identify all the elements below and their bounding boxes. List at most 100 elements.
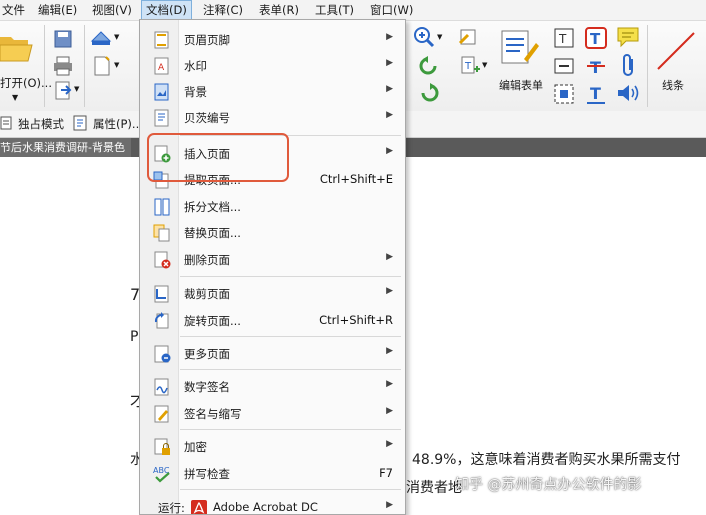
chevron-right-icon: ▶	[386, 439, 393, 449]
menu-item-watermark[interactable]: A 水印 ▶	[140, 53, 405, 79]
menu-item-rotate-page[interactable]: 旋转页面... Ctrl+Shift+R	[140, 308, 405, 334]
chevron-right-icon: ▶	[386, 252, 393, 262]
menu-view[interactable]: 视图(V)	[92, 0, 132, 20]
menu-file[interactable]: 文件	[2, 0, 25, 20]
doc-text-fragment: 消费者地	[406, 480, 462, 496]
crop-icon[interactable]	[458, 27, 480, 49]
acrobat-icon	[190, 499, 208, 514]
chevron-down-icon[interactable]: ▼	[437, 33, 442, 41]
properties-icon[interactable]	[72, 114, 90, 132]
chevron-right-icon: ▶	[386, 286, 393, 296]
chevron-down-icon[interactable]: ▼	[114, 61, 119, 69]
svg-text:T: T	[590, 30, 601, 48]
save-icon[interactable]	[53, 29, 73, 49]
text-field-icon[interactable]: T	[553, 27, 575, 49]
document-tab-title[interactable]: 节后水果消费调研-背景色	[0, 138, 131, 157]
shortcut-label: Ctrl+Shift+E	[319, 172, 393, 186]
menu-document[interactable]: 文档(D)	[141, 0, 192, 20]
split-document-icon	[153, 198, 171, 216]
sound-icon[interactable]	[616, 83, 640, 103]
doc-text-fragment: 48.9%，这意味着消费者购买水果所需支付	[412, 452, 681, 468]
print-icon[interactable]	[53, 56, 73, 76]
menu-item-spell-check[interactable]: ABC 拼写检查 F7	[140, 461, 405, 487]
scan-icon[interactable]	[90, 29, 112, 49]
underline-icon[interactable]: T	[584, 82, 608, 106]
new-document-icon[interactable]	[92, 56, 112, 76]
background-icon	[153, 83, 171, 101]
spell-check-icon: ABC	[153, 465, 171, 483]
svg-text:A: A	[158, 63, 165, 73]
typewriter-icon[interactable]: T	[584, 26, 608, 50]
sign-initials-icon	[153, 405, 171, 423]
svg-text:T: T	[464, 61, 472, 72]
rotate-left-icon[interactable]	[418, 56, 440, 76]
watermark-icon: A	[153, 57, 171, 75]
strikethrough-icon[interactable]: T	[584, 54, 608, 78]
menu-item-bates-numbering[interactable]: 贝茨编号 ▶	[140, 105, 405, 131]
menu-item-split-document[interactable]: 拆分文档...	[140, 194, 405, 220]
chevron-right-icon: ▶	[386, 346, 393, 356]
menu-item-background[interactable]: 背景 ▶	[140, 79, 405, 105]
menu-item-encrypt[interactable]: 加密 ▶	[140, 434, 405, 460]
lines-label[interactable]: 线条	[662, 77, 684, 93]
svg-text:T: T	[590, 84, 601, 103]
menu-edit[interactable]: 编辑(E)	[38, 0, 77, 20]
shortcut-label: Ctrl+Shift+R	[319, 313, 393, 327]
chevron-right-icon: ▶	[386, 146, 393, 156]
zoom-in-icon[interactable]	[413, 26, 435, 48]
properties-label[interactable]: 属性(P)...	[93, 116, 143, 132]
chevron-right-icon: ▶	[386, 406, 393, 416]
digital-signature-icon	[153, 378, 171, 396]
menu-item-delete-page[interactable]: 删除页面 ▶	[140, 247, 405, 273]
document-menu-dropdown: 页眉页脚 ▶ A 水印 ▶ 背景 ▶ 贝茨编号 ▶ 插入页面 ▶ 提取页面...…	[139, 19, 406, 515]
more-pages-icon	[153, 345, 171, 363]
chevron-right-icon: ▶	[386, 379, 393, 389]
menu-item-crop-page[interactable]: 裁剪页面 ▶	[140, 281, 405, 307]
chevron-right-icon: ▶	[386, 32, 393, 42]
note-icon[interactable]	[616, 26, 640, 48]
chevron-down-icon[interactable]: ▼	[12, 93, 18, 102]
replace-page-icon	[153, 224, 171, 242]
menu-item-sign-initials[interactable]: 签名与缩写 ▶	[140, 401, 405, 427]
form-grid-icon[interactable]	[553, 83, 575, 105]
doc-text-fragment: P	[130, 329, 139, 345]
crop-page-icon	[153, 285, 171, 303]
menu-item-run-acrobat[interactable]: 运行: Adobe Acrobat DC ▶	[140, 495, 405, 514]
menu-comment[interactable]: 注释(C)	[203, 0, 243, 20]
rotate-page-icon	[153, 312, 171, 330]
add-text-icon[interactable]: T	[460, 55, 482, 77]
chevron-right-icon: ▶	[386, 110, 393, 120]
insert-page-highlight-box	[147, 133, 289, 182]
chevron-down-icon[interactable]: ▼	[114, 33, 119, 41]
shortcut-label: F7	[379, 466, 393, 480]
delete-page-icon	[153, 251, 171, 269]
menu-item-digital-signature[interactable]: 数字签名 ▶	[140, 374, 405, 400]
edit-form-icon[interactable]	[500, 29, 540, 65]
line-tool-icon[interactable]	[654, 29, 698, 73]
menu-item-header-footer[interactable]: 页眉页脚 ▶	[140, 27, 405, 53]
menu-form[interactable]: 表单(R)	[259, 0, 299, 20]
watermark-text: 知乎 @苏州奇点办公软件的影	[455, 477, 642, 493]
open-folder-icon[interactable]	[0, 31, 34, 63]
edit-form-label[interactable]: 编辑表单	[499, 77, 543, 93]
chevron-right-icon: ▶	[386, 58, 393, 68]
chevron-down-icon[interactable]: ▼	[482, 61, 487, 69]
menu-bar: 文件 编辑(E) 视图(V) 文档(D) 注释(C) 表单(R) 工具(T) 窗…	[0, 0, 706, 21]
encrypt-icon	[153, 438, 171, 456]
bates-numbering-icon	[153, 109, 171, 127]
exclusive-mode-icon[interactable]	[0, 115, 14, 131]
acrobat-label: Adobe Acrobat DC	[213, 500, 318, 514]
svg-text:T: T	[590, 58, 601, 77]
export-icon[interactable]	[53, 81, 73, 101]
exclusive-mode-label[interactable]: 独占模式	[18, 116, 64, 132]
menu-item-more-pages[interactable]: 更多页面 ▶	[140, 341, 405, 367]
menu-item-replace-page[interactable]: 替换页面...	[140, 220, 405, 246]
text-box-icon[interactable]	[553, 55, 575, 77]
rotate-right-icon[interactable]	[418, 83, 440, 103]
menu-window[interactable]: 窗口(W)	[370, 0, 413, 20]
menu-tools[interactable]: 工具(T)	[315, 0, 354, 20]
chevron-down-icon[interactable]: ▼	[74, 85, 79, 93]
attachment-icon[interactable]	[620, 54, 640, 78]
header-footer-icon	[153, 31, 171, 49]
chevron-right-icon: ▶	[386, 84, 393, 94]
